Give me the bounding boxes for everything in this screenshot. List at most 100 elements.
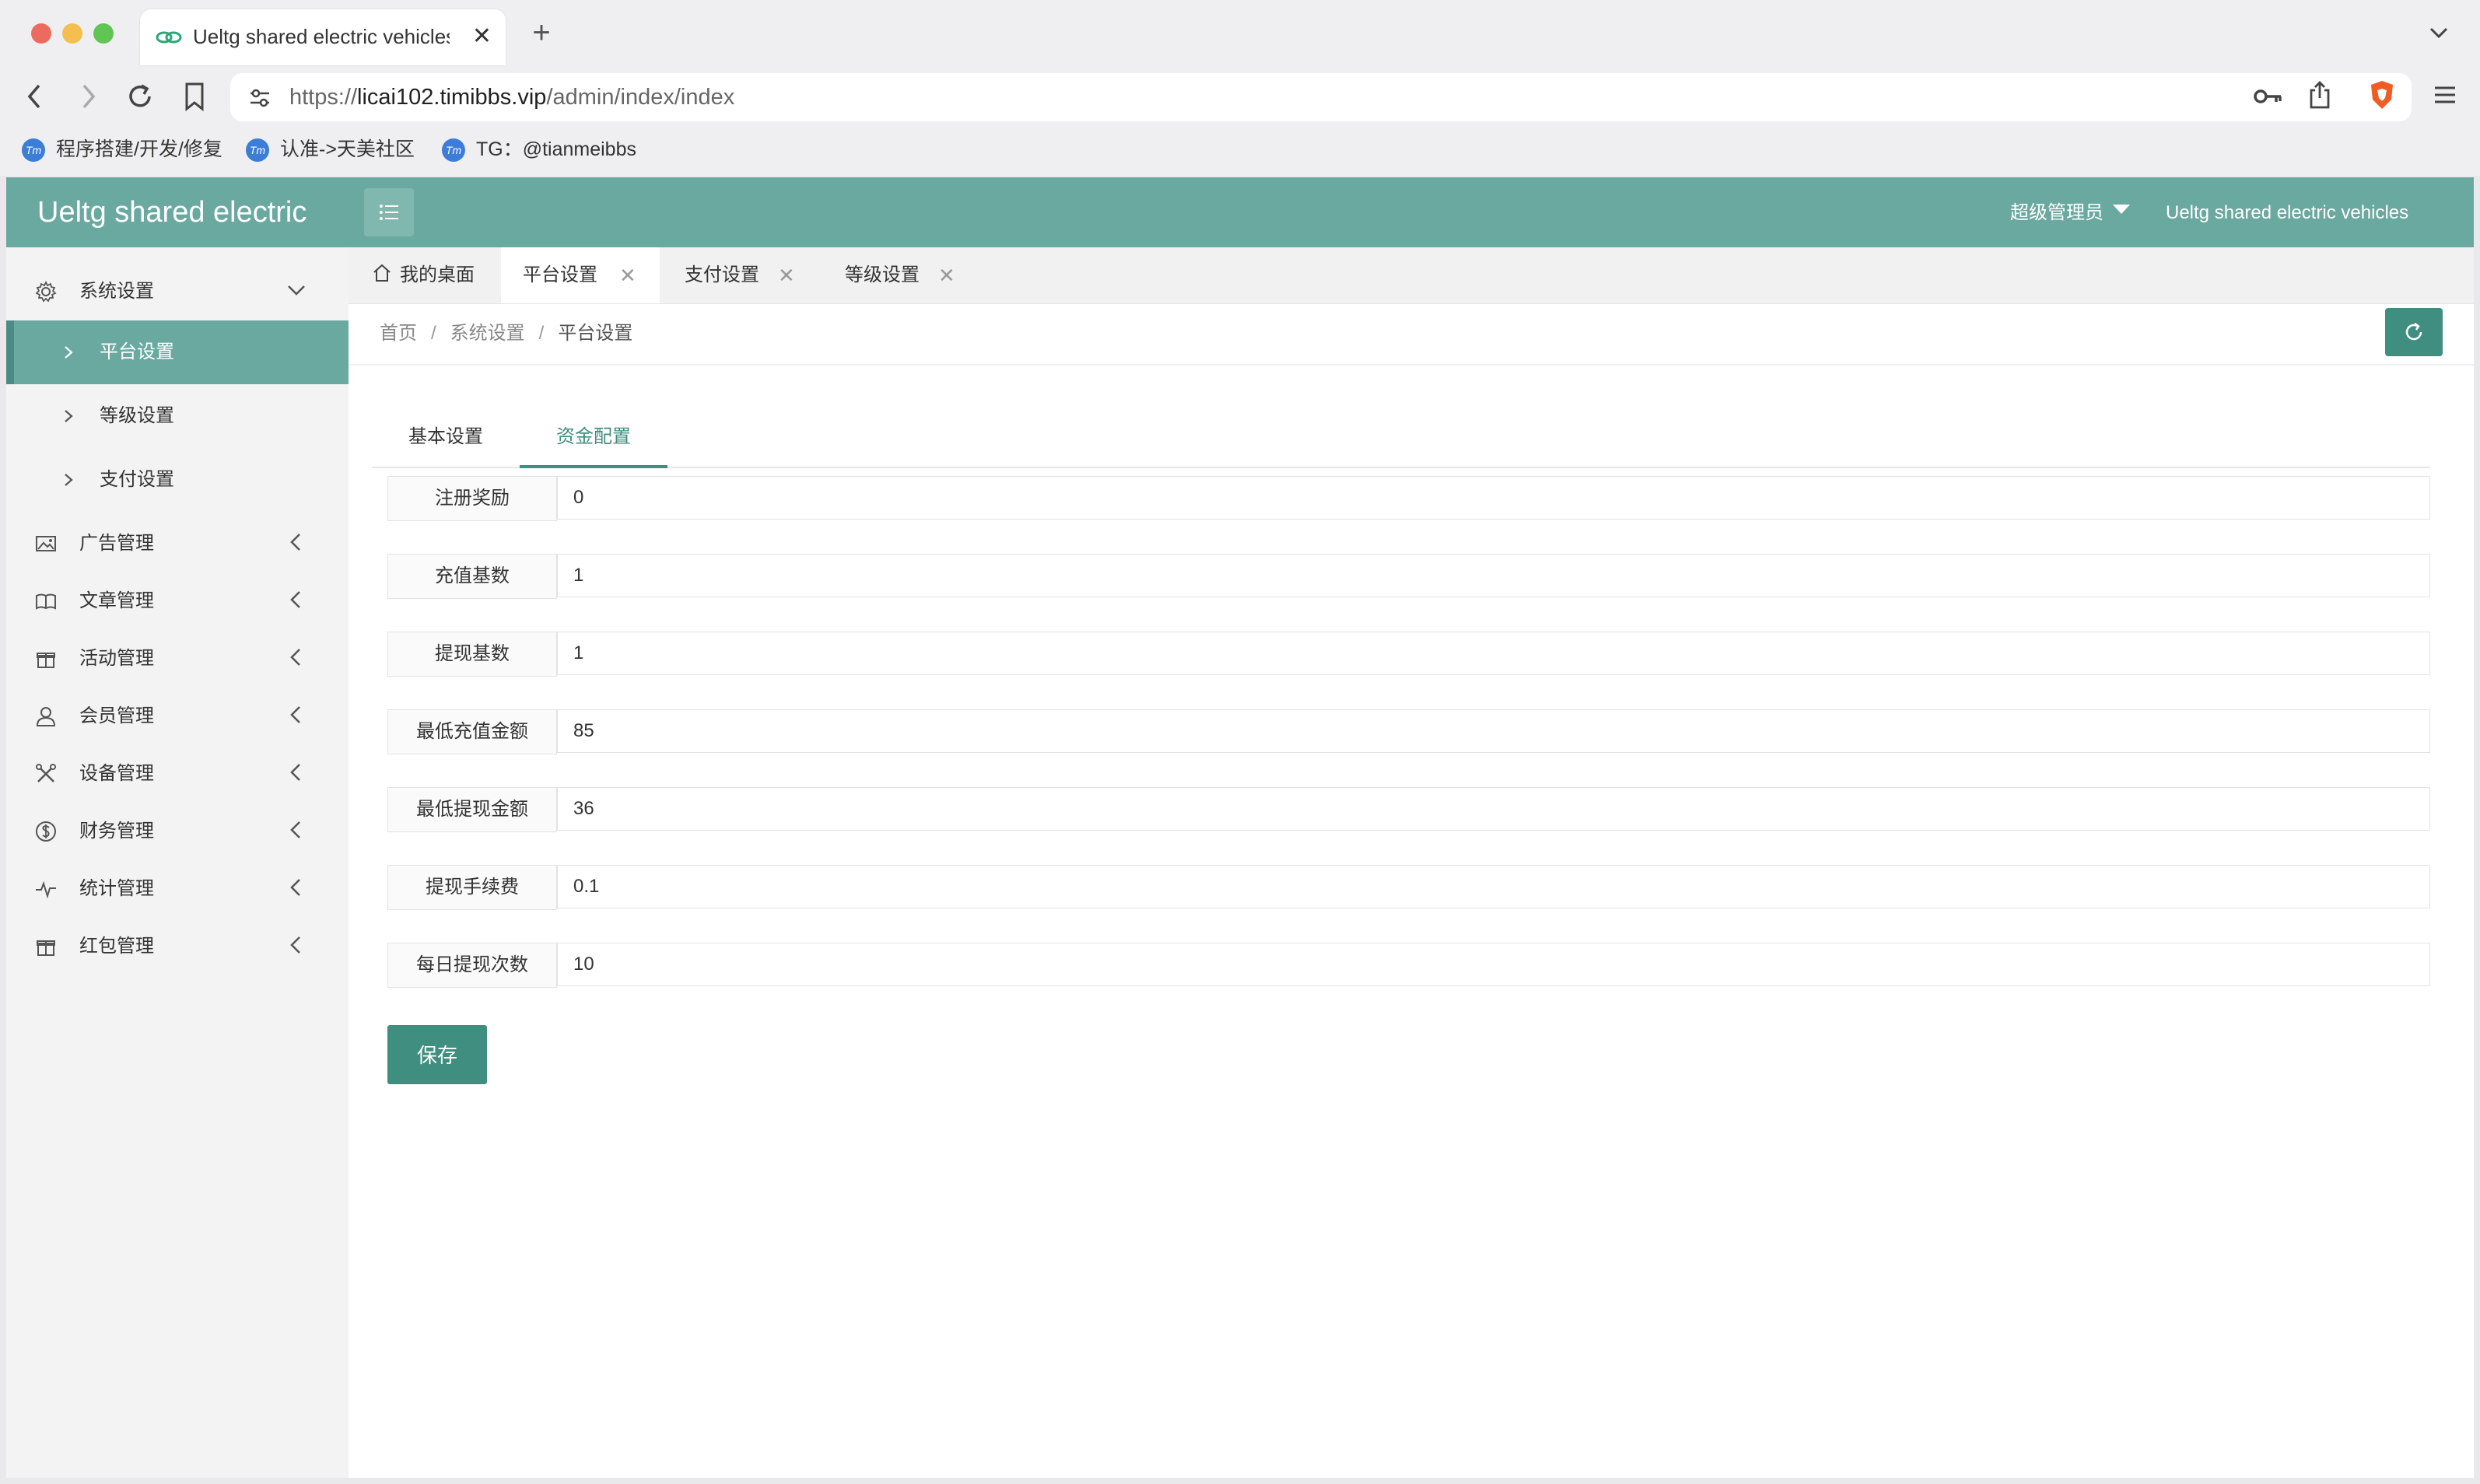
tab-label: 我的桌面 — [400, 264, 475, 285]
field-label: 最低充值金额 — [387, 709, 557, 754]
chevron-left-icon — [290, 821, 300, 838]
brand-logo[interactable]: Ueltg shared electric — [37, 193, 306, 232]
browser-chrome: Ueltg shared electric vehicles ✕ + https… — [0, 0, 2480, 176]
field-label: 提现手续费 — [387, 865, 557, 910]
field-label: 提现基数 — [387, 632, 557, 677]
chevron-left-icon — [290, 936, 300, 954]
form-field-registration-reward: 注册奖励 — [387, 476, 2432, 521]
url-path: /admin/index/index — [546, 85, 735, 110]
sidebar-item-system-settings[interactable]: 系统设置 — [6, 263, 349, 320]
browser-tab[interactable]: Ueltg shared electric vehicles ✕ — [140, 9, 506, 65]
bookmark-favicon-icon: Tm — [442, 138, 465, 163]
chevron-left-icon — [290, 764, 300, 781]
user-icon — [36, 707, 56, 726]
sidebar-item-activity-management[interactable]: 活动管理 — [6, 630, 349, 688]
window-maximize-button[interactable] — [93, 23, 114, 44]
url-text[interactable]: https://licai102.timibbs.vip/admin/index… — [289, 82, 734, 112]
address-bar[interactable]: https://licai102.timibbs.vip/admin/index… — [230, 73, 2412, 121]
brave-shield-icon[interactable] — [2368, 79, 2396, 110]
browser-tab-close-icon[interactable]: ✕ — [472, 23, 492, 50]
breadcrumb: 首页 / 系统设置 / 平台设置 — [380, 319, 632, 348]
key-icon[interactable] — [2253, 84, 2284, 109]
field-label: 最低提现金额 — [387, 787, 557, 832]
tools-icon — [36, 764, 56, 782]
reload-icon[interactable] — [124, 81, 156, 112]
new-tab-button[interactable]: + — [524, 17, 559, 48]
withdraw-base-input[interactable] — [557, 632, 2430, 675]
browser-tab-title: Ueltg shared electric vehicles — [193, 25, 450, 48]
breadcrumb-separator: / — [538, 323, 545, 344]
tab-fund-config[interactable]: 资金配置 — [520, 408, 667, 468]
breadcrumb-bar: 首页 / 系统设置 / 平台设置 — [349, 303, 2474, 366]
hamburger-menu-icon[interactable] — [2432, 82, 2458, 107]
sidebar-item-member-management[interactable]: 会员管理 — [6, 688, 349, 745]
tab-label: 支付设置 — [685, 264, 759, 285]
site-settings-icon[interactable] — [247, 86, 272, 110]
bookmark-item[interactable]: Tm 认准->天美社区 — [246, 132, 415, 166]
sidebar-item-statistics-management[interactable]: 统计管理 — [6, 860, 349, 918]
sidebar-item-platform-settings[interactable]: 平台设置 — [6, 320, 349, 384]
window-close-button[interactable] — [31, 23, 51, 44]
chevron-right-icon — [65, 410, 73, 422]
back-arrow-icon[interactable] — [23, 82, 47, 110]
forward-arrow-icon[interactable] — [76, 82, 100, 110]
sidebar-item-article-management[interactable]: 文章管理 — [6, 572, 349, 630]
gift-icon — [37, 653, 55, 668]
sidebar-toggle-button[interactable] — [364, 188, 414, 236]
window-minimize-button[interactable] — [62, 23, 82, 44]
sidebar-item-payment-settings[interactable]: 支付设置 — [6, 448, 349, 512]
sidebar: 系统设置 平台设置 等级设置 支付设置 广告管理 文章管理 活动管理 会员管理 … — [6, 247, 349, 1478]
form-field-recharge-base: 充值基数 — [387, 554, 2432, 599]
chevron-right-icon — [65, 346, 73, 359]
field-label: 充值基数 — [387, 554, 557, 599]
chevron-left-icon — [290, 591, 300, 608]
tab-my-desktop[interactable]: 我的桌面 — [349, 247, 499, 303]
registration-reward-input[interactable] — [557, 476, 2430, 520]
daily-withdraw-count-input[interactable] — [557, 943, 2430, 986]
form-field-daily-withdraw-count: 每日提现次数 — [387, 943, 2432, 988]
tab-payment-settings[interactable]: 支付设置 ✕ — [661, 247, 820, 303]
sidebar-item-label: 统计管理 — [79, 878, 154, 899]
top-bar: Ueltg shared electric 超级管理员 Ueltg shared… — [6, 177, 2474, 247]
breadcrumb-home-link[interactable]: 首页 — [380, 323, 417, 344]
breadcrumb-system-settings-link[interactable]: 系统设置 — [450, 323, 525, 344]
min-recharge-amount-input[interactable] — [557, 709, 2430, 753]
tab-level-settings[interactable]: 等级设置 ✕ — [821, 247, 980, 303]
chevron-right-icon — [65, 474, 73, 486]
tab-list-chevron-icon[interactable] — [2427, 23, 2450, 42]
sidebar-item-finance-management[interactable]: 财务管理 — [6, 803, 349, 860]
tab-platform-settings[interactable]: 平台设置 ✕ — [501, 247, 660, 303]
bookmark-item[interactable]: Tm 程序搭建/开发/修复 — [22, 132, 222, 166]
tab-close-icon[interactable]: ✕ — [778, 247, 795, 303]
bookmark-icon[interactable] — [182, 81, 207, 112]
share-icon[interactable] — [2307, 79, 2332, 110]
withdraw-fee-input[interactable] — [557, 865, 2430, 908]
field-label: 每日提现次数 — [387, 943, 557, 988]
save-button[interactable]: 保存 — [387, 1025, 487, 1084]
admin-user-label: 超级管理员 — [2010, 202, 2103, 223]
tab-basic-settings[interactable]: 基本设置 — [372, 408, 520, 467]
site-name-link[interactable]: Ueltg shared electric vehicles — [2166, 198, 2408, 229]
refresh-button[interactable] — [2385, 308, 2443, 356]
url-scheme: https:// — [289, 85, 358, 110]
sidebar-item-level-settings[interactable]: 等级设置 — [6, 384, 349, 448]
sidebar-item-label: 平台设置 — [100, 341, 174, 362]
sidebar-item-label: 支付设置 — [100, 469, 174, 490]
tab-close-icon[interactable]: ✕ — [938, 247, 955, 303]
bookmark-favicon-icon: Tm — [22, 138, 45, 163]
tab-close-icon[interactable]: ✕ — [619, 247, 636, 303]
bookmark-label: TG：@tianmeibbs — [476, 138, 636, 160]
sidebar-item-ad-management[interactable]: 广告管理 — [6, 515, 349, 572]
sidebar-item-label: 会员管理 — [79, 705, 154, 726]
home-icon — [373, 264, 391, 282]
sidebar-item-red-packet-management[interactable]: 红包管理 — [6, 918, 349, 975]
book-icon — [36, 593, 56, 610]
sidebar-item-device-management[interactable]: 设备管理 — [6, 745, 349, 803]
min-withdraw-amount-input[interactable] — [557, 787, 2430, 831]
site-favicon-icon — [156, 31, 182, 44]
admin-user-menu[interactable]: 超级管理员 — [2010, 198, 2130, 229]
bookmark-item[interactable]: Tm TG：@tianmeibbs — [442, 132, 636, 166]
dollar-icon — [36, 821, 56, 842]
recharge-base-input[interactable] — [557, 554, 2430, 597]
bookmark-label: 程序搭建/开发/修复 — [56, 138, 222, 160]
